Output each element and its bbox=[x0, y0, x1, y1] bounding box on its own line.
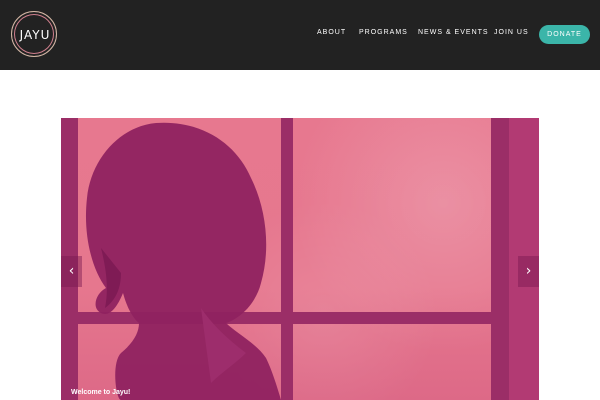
chevron-left-icon: ‹ bbox=[68, 263, 75, 279]
woman-silhouette bbox=[85, 122, 281, 400]
nav-programs[interactable]: PROGRAMS bbox=[359, 29, 408, 36]
hero-slider[interactable]: ‹ › Welcome to Jayu! bbox=[61, 118, 539, 400]
chevron-right-icon: › bbox=[525, 263, 532, 279]
slider-prev-button[interactable]: ‹ bbox=[61, 256, 82, 287]
donate-button[interactable]: DONATE bbox=[539, 25, 590, 44]
nav-join-us[interactable]: JOIN US bbox=[494, 29, 529, 36]
nav-news-events[interactable]: NEWS & EVENTS bbox=[418, 29, 489, 36]
main-nav: ABOUT PROGRAMS NEWS & EVENTS JOIN US DON… bbox=[0, 0, 600, 70]
slider-next-button[interactable]: › bbox=[518, 256, 539, 287]
hero-caption: Welcome to Jayu! bbox=[71, 389, 131, 396]
site-header: JAYU ABOUT PROGRAMS NEWS & EVENTS JOIN U… bbox=[0, 0, 600, 70]
nav-about[interactable]: ABOUT bbox=[317, 29, 346, 36]
